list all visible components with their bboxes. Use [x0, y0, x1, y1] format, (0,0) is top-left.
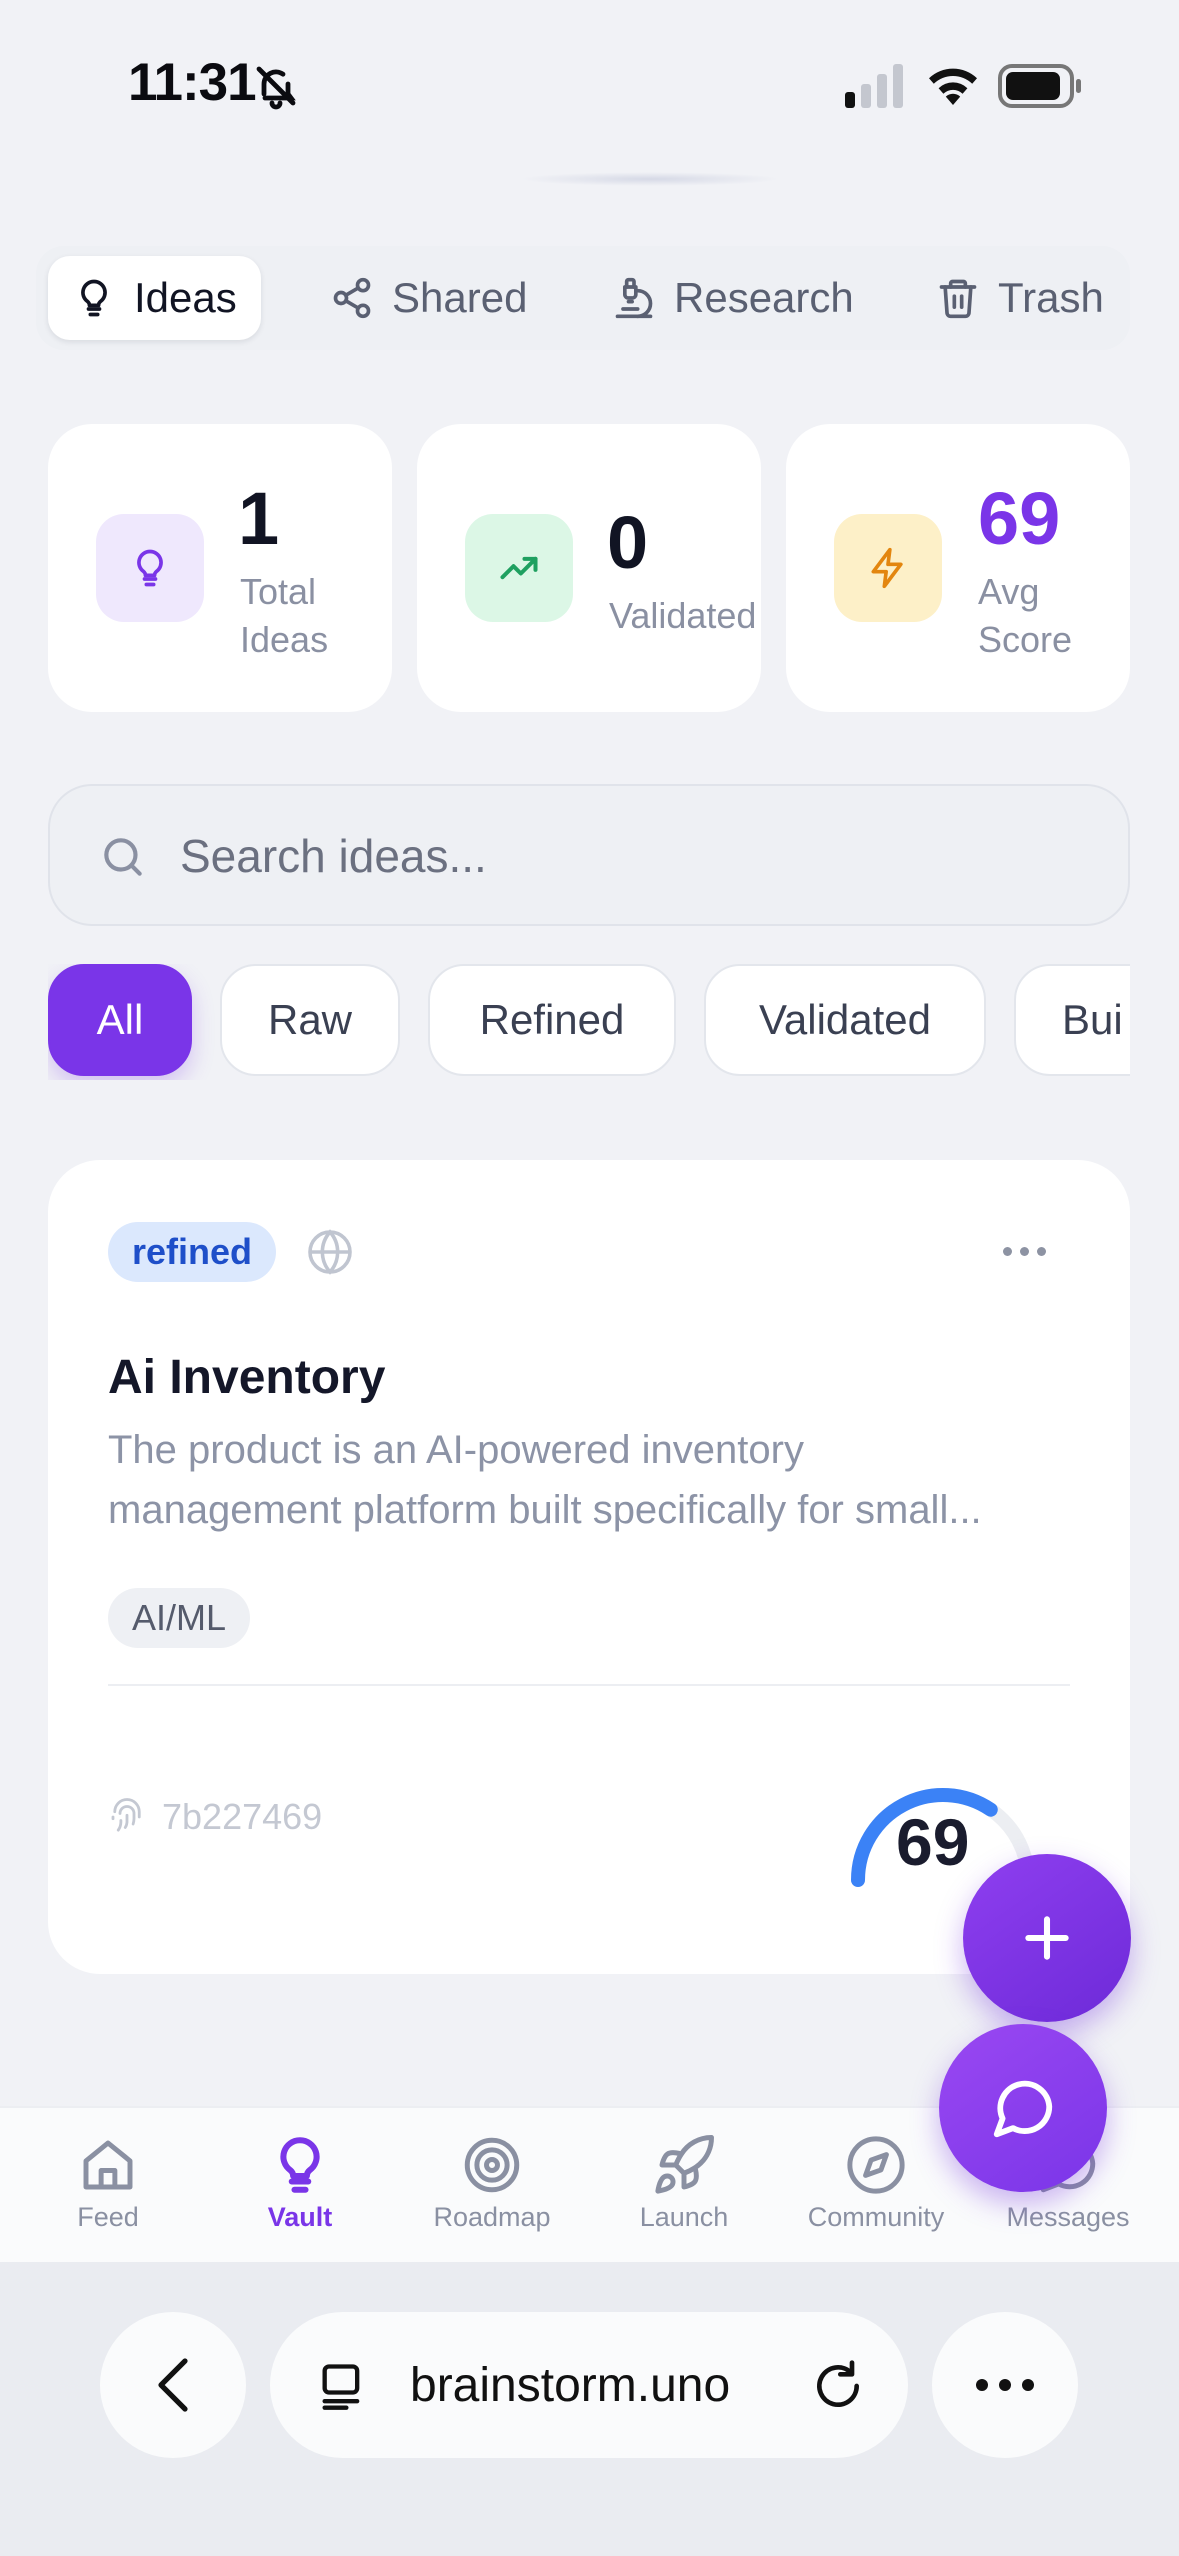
- nav-label-feed: Feed: [77, 2202, 139, 2232]
- nav-label-messages: Messages: [1006, 2202, 1130, 2232]
- chat-bubble-icon: [993, 2080, 1053, 2138]
- stat-label-line1: Total: [240, 571, 317, 612]
- tab-trash-label: Trash: [998, 274, 1104, 321]
- filter-chips: All Raw Refined Validated Bui: [48, 964, 1130, 1080]
- filter-chip-refined[interactable]: Refined: [428, 964, 676, 1076]
- idea-card[interactable]: refined Ai Inventory The product is an A…: [48, 1160, 1130, 1974]
- stat-label: Avg Score: [978, 568, 1072, 664]
- stat-value: 1: [238, 477, 280, 560]
- idea-description: The product is an AI-powered inventory m…: [108, 1420, 1068, 1540]
- stat-icon-box: [96, 514, 204, 622]
- bell-off-icon: [256, 66, 296, 110]
- share-icon: [333, 277, 371, 319]
- tab-shared-label: Shared: [392, 274, 528, 321]
- card-divider: [108, 1684, 1070, 1686]
- lightning-icon: [871, 547, 903, 589]
- status-time: 11:31: [128, 53, 257, 112]
- tab-trash[interactable]: Trash: [912, 256, 1128, 340]
- stat-icon-box: [465, 514, 573, 622]
- more-options-button[interactable]: [994, 1226, 1054, 1276]
- search-icon: [104, 838, 142, 876]
- browser-more-button[interactable]: [932, 2312, 1078, 2458]
- stat-value: 69: [978, 477, 1061, 560]
- url-text: brainstorm.uno: [410, 2359, 731, 2412]
- category-tag: AI/ML: [108, 1588, 251, 1648]
- score-value: 69: [896, 1805, 970, 1879]
- home-icon: [83, 2140, 133, 2190]
- microscope-icon: [615, 277, 653, 319]
- fingerprint-icon: [111, 1798, 141, 1832]
- nav-label-vault: Vault: [267, 2202, 333, 2232]
- vault-tabs: Ideas Shared Research Trash: [36, 246, 1130, 350]
- nav-label-launch: Launch: [639, 2202, 729, 2232]
- address-bar[interactable]: brainstorm.uno: [270, 2312, 908, 2458]
- drag-handle-shadow: [520, 172, 780, 186]
- stat-icon-box: [834, 514, 942, 622]
- stat-label: Total Ideas: [240, 568, 328, 664]
- stat-label: Validated: [609, 595, 757, 636]
- chevron-left-icon: [158, 2358, 188, 2412]
- filter-chip-raw[interactable]: Raw: [220, 964, 400, 1076]
- cellular-signal-icon: [845, 64, 903, 108]
- tab-research[interactable]: Research: [588, 256, 878, 340]
- target-icon: [464, 2137, 520, 2193]
- globe-icon: [308, 1229, 352, 1275]
- status-badge: refined: [108, 1222, 277, 1282]
- idea-description-line1: The product is an AI-powered inventory: [108, 1428, 804, 1472]
- stat-card-validated: 0 Validated: [417, 424, 761, 712]
- filter-chip-all[interactable]: All: [48, 964, 192, 1076]
- search-input[interactable]: [180, 816, 1080, 896]
- tab-ideas-label: Ideas: [134, 274, 237, 321]
- nav-label-roadmap: Roadmap: [433, 2202, 551, 2232]
- nav-label-community: Community: [807, 2202, 945, 2232]
- stat-label-line2: Score: [978, 619, 1073, 660]
- rocket-icon: [655, 2135, 714, 2194]
- tab-ideas[interactable]: Ideas: [48, 256, 261, 340]
- stat-value: 0: [607, 501, 649, 584]
- lightbulb-icon: [280, 2137, 320, 2193]
- nav-item-community[interactable]: Community: [780, 2132, 972, 2233]
- tab-research-label: Research: [674, 274, 854, 321]
- nav-item-roadmap[interactable]: Roadmap: [396, 2132, 588, 2233]
- search-bar: [48, 784, 1130, 926]
- lightbulb-icon: [137, 549, 163, 587]
- nav-item-vault[interactable]: Vault: [204, 2132, 396, 2233]
- trending-up-icon: [500, 556, 538, 580]
- filter-chip-validated[interactable]: Validated: [704, 964, 986, 1076]
- add-idea-button[interactable]: [963, 1854, 1131, 2022]
- chat-button[interactable]: [939, 2024, 1107, 2192]
- reload-icon[interactable]: [810, 2358, 866, 2414]
- trash-icon: [939, 279, 977, 319]
- stat-card-avg-score: 69 Avg Score: [786, 424, 1130, 712]
- lightbulb-icon: [81, 279, 107, 317]
- stat-label-line2: Ideas: [240, 619, 329, 660]
- stat-label-line1: Avg: [978, 571, 1040, 612]
- plus-icon: [1025, 1916, 1069, 1960]
- back-button[interactable]: [100, 2312, 246, 2458]
- wifi-icon: [929, 68, 977, 105]
- browser-toolbar: brainstorm.uno: [0, 2262, 1179, 2556]
- stat-card-total-ideas: 1 Total Ideas: [48, 424, 392, 712]
- nav-item-launch[interactable]: Launch: [588, 2132, 780, 2233]
- idea-description-line2: management platform built specifically f…: [108, 1488, 982, 1532]
- compass-icon: [847, 2136, 905, 2194]
- filter-chip-building[interactable]: Bui: [1014, 964, 1130, 1076]
- idea-id: 7b227469: [162, 1796, 323, 1837]
- nav-item-feed[interactable]: Feed: [12, 2132, 204, 2233]
- tab-overview-icon: [322, 2364, 360, 2410]
- battery-icon: [998, 64, 1081, 108]
- idea-title: Ai Inventory: [108, 1351, 386, 1404]
- tab-shared[interactable]: Shared: [306, 256, 551, 340]
